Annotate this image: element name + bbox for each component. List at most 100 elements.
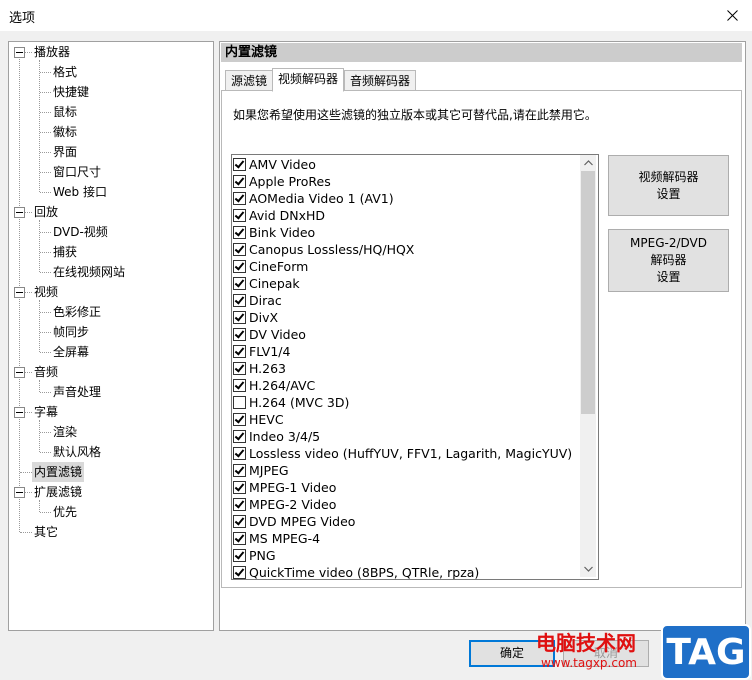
decoder-label: Bink Video xyxy=(249,225,316,240)
decoder-list-item[interactable]: Lossless video (HuffYUV, FFV1, Lagarith,… xyxy=(233,445,572,462)
collapse-icon[interactable] xyxy=(14,207,25,218)
tree-item[interactable]: 渲染 xyxy=(51,422,79,442)
tree-item[interactable]: 捕获 xyxy=(51,242,79,262)
decoder-list-item[interactable]: FLV1/4 xyxy=(233,343,290,360)
scroll-up-icon[interactable] xyxy=(580,155,596,171)
checkbox[interactable] xyxy=(233,566,246,579)
decoder-list-item[interactable]: Dirac xyxy=(233,292,282,309)
tree-item[interactable]: 播放器 xyxy=(32,42,72,62)
checkbox[interactable] xyxy=(233,209,246,222)
checkbox[interactable] xyxy=(233,260,246,273)
tree-item[interactable]: 内置滤镜 xyxy=(32,462,85,482)
checkbox[interactable] xyxy=(233,345,246,358)
tree-item[interactable]: 视频 xyxy=(32,282,60,302)
tab-audio-decoders[interactable]: 音频解码器 xyxy=(344,70,417,92)
checkbox[interactable] xyxy=(233,396,246,409)
close-button[interactable] xyxy=(712,0,752,31)
decoder-list-item[interactable]: PNG xyxy=(233,547,276,564)
decoder-label: DivX xyxy=(249,310,279,325)
decoder-list-item[interactable]: Canopus Lossless/HQ/HQX xyxy=(233,241,414,258)
decoder-list-item[interactable]: AMV Video xyxy=(233,156,316,173)
decoder-list-item[interactable]: MPEG-2 Video xyxy=(233,496,336,513)
decoder-label: AOMedia Video 1 (AV1) xyxy=(249,191,394,206)
checkbox[interactable] xyxy=(233,158,246,171)
decoder-list-item[interactable]: Apple ProRes xyxy=(233,173,331,190)
tab-source-filters[interactable]: 源滤镜 xyxy=(225,70,274,92)
tab-video-decoders[interactable]: 视频解码器 xyxy=(272,68,345,92)
scroll-down-icon[interactable] xyxy=(580,561,596,577)
tree-item[interactable]: 帧同步 xyxy=(51,322,91,342)
checkbox[interactable] xyxy=(233,498,246,511)
mpeg2-dvd-decoder-settings-button[interactable]: MPEG-2/DVD 解码器 设置 xyxy=(608,229,729,292)
checkbox[interactable] xyxy=(233,226,246,239)
checkbox[interactable] xyxy=(233,515,246,528)
checkbox[interactable] xyxy=(233,311,246,324)
tree-item[interactable]: 全屏幕 xyxy=(51,342,91,362)
decoder-list-item[interactable]: CineForm xyxy=(233,258,308,275)
checkbox[interactable] xyxy=(233,243,246,256)
checkbox[interactable] xyxy=(233,481,246,494)
decoder-list-item[interactable]: DivX xyxy=(233,309,278,326)
watermark-url: www.tagxp.com xyxy=(541,656,637,670)
checkbox[interactable] xyxy=(233,277,246,290)
checkbox[interactable] xyxy=(233,413,246,426)
tree-item[interactable]: Web 接口 xyxy=(51,182,109,202)
checkbox[interactable] xyxy=(233,464,246,477)
checkbox[interactable] xyxy=(233,328,246,341)
scrollbar-thumb[interactable] xyxy=(581,171,595,414)
collapse-icon[interactable] xyxy=(14,47,25,58)
checkbox[interactable] xyxy=(233,362,246,375)
tree-item[interactable]: 格式 xyxy=(51,62,79,82)
decoder-list-item[interactable]: QuickTime video (8BPS, QTRle, rpza) xyxy=(233,564,480,580)
collapse-icon[interactable] xyxy=(14,487,25,498)
tree-item[interactable]: 字幕 xyxy=(32,402,60,422)
tree-item[interactable]: 徽标 xyxy=(51,122,79,142)
tree-item[interactable]: 默认风格 xyxy=(51,442,103,462)
description-text: 如果您希望使用这些滤镜的独立版本或其它可替代品,请在此禁用它。 xyxy=(233,108,597,122)
decoder-list-item[interactable]: Indeo 3/4/5 xyxy=(233,428,320,445)
tree-item[interactable]: 其它 xyxy=(32,522,60,542)
collapse-icon[interactable] xyxy=(14,287,25,298)
decoder-list-item[interactable]: MS MPEG-4 xyxy=(233,530,320,547)
decoder-label: DV Video xyxy=(249,327,306,342)
decoder-list-item[interactable]: DV Video xyxy=(233,326,306,343)
tree-item[interactable]: 优先 xyxy=(51,502,79,522)
tree-item[interactable]: 在线视频网站 xyxy=(51,262,127,282)
tree-item[interactable]: 快捷键 xyxy=(51,82,91,102)
tree-item[interactable]: 鼠标 xyxy=(51,102,79,122)
tree-item[interactable]: 窗口尺寸 xyxy=(51,162,103,182)
decoder-list-item[interactable]: Avid DNxHD xyxy=(233,207,325,224)
collapse-icon[interactable] xyxy=(14,367,25,378)
checkbox[interactable] xyxy=(233,294,246,307)
decoder-list-item[interactable]: DVD MPEG Video xyxy=(233,513,355,530)
tree-item[interactable]: 音频 xyxy=(32,362,60,382)
decoder-list-item[interactable]: HEVC xyxy=(233,411,284,428)
options-tree[interactable]: 播放器 格式 快捷键 鼠标 徽标 界面 窗口尺寸 Web 接口 回放 DVD-视频 捕获 在线视频网站… xyxy=(8,41,214,631)
decoder-list-item[interactable]: H.264/AVC xyxy=(233,377,315,394)
checkbox[interactable] xyxy=(233,379,246,392)
checkbox[interactable] xyxy=(233,430,246,443)
tree-item[interactable]: 色彩修正 xyxy=(51,302,103,322)
checkbox[interactable] xyxy=(233,447,246,460)
video-decoder-settings-button[interactable]: 视频解码器 设置 xyxy=(608,155,729,216)
decoder-list-item[interactable]: H.263 xyxy=(233,360,286,377)
decoder-list-item[interactable]: Cinepak xyxy=(233,275,300,292)
tree-item[interactable]: 回放 xyxy=(32,202,60,222)
checkbox[interactable] xyxy=(233,549,246,562)
decoder-list-item[interactable]: MJPEG xyxy=(233,462,289,479)
checkbox[interactable] xyxy=(233,175,246,188)
decoder-list-item[interactable]: Bink Video xyxy=(233,224,315,241)
tree-item[interactable]: 声音处理 xyxy=(51,382,103,402)
collapse-icon[interactable] xyxy=(14,407,25,418)
checkbox[interactable] xyxy=(233,532,246,545)
decoder-label: QuickTime video (8BPS, QTRle, rpza) xyxy=(249,565,480,580)
tree-item[interactable]: 界面 xyxy=(51,142,79,162)
decoder-list[interactable]: AMV Video Apple ProRes AOMedia Video 1 (AV… xyxy=(231,154,599,580)
tree-item[interactable]: DVD-视频 xyxy=(51,222,110,242)
checkbox[interactable] xyxy=(233,192,246,205)
decoder-list-item[interactable]: AOMedia Video 1 (AV1) xyxy=(233,190,394,207)
watermark-text: 电脑技术网 xyxy=(536,631,636,655)
decoder-list-item[interactable]: H.264 (MVC 3D) xyxy=(233,394,349,411)
decoder-list-item[interactable]: MPEG-1 Video xyxy=(233,479,336,496)
tree-item[interactable]: 扩展滤镜 xyxy=(32,482,84,502)
